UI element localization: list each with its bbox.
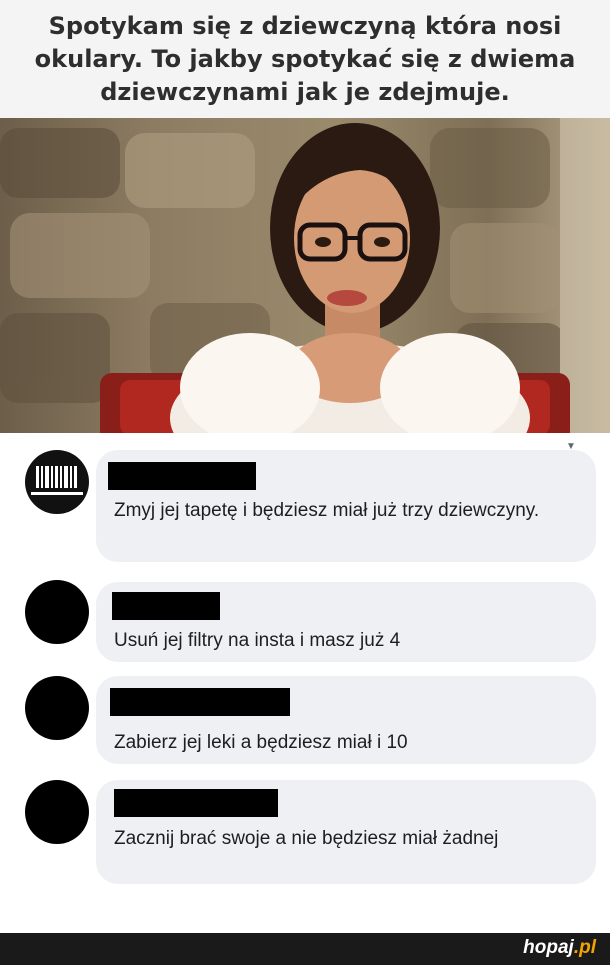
comment: Zmyj jej tapetę i będziesz miał już trzy… [0, 450, 610, 568]
brand-logo[interactable]: hopaj.pl [523, 937, 596, 959]
comment-text: Zacznij brać swoje a nie będziesz miał ż… [114, 828, 499, 849]
brand-name: hopaj [523, 937, 574, 958]
watermark-bar: hopaj.pl [0, 933, 610, 965]
meme-caption: Spotykam się z dziewczyną która nosi oku… [0, 0, 610, 118]
woman-with-glasses-photo [0, 118, 610, 433]
comment-text: Usuń jej filtry na insta i masz już 4 [114, 630, 401, 651]
barcode-icon [31, 466, 83, 495]
redacted-username [112, 592, 220, 620]
black-circle-avatar[interactable] [25, 676, 89, 740]
black-circle-avatar[interactable] [25, 580, 89, 644]
black-circle-avatar[interactable] [25, 780, 89, 844]
comment: Zabierz jej leki a będziesz miał i 10 [0, 676, 610, 766]
comment-text: Zmyj jej tapetę i będziesz miał już trzy… [114, 500, 540, 521]
redacted-username [108, 462, 256, 490]
caption-text: Spotykam się z dziewczyną która nosi oku… [34, 11, 576, 106]
redacted-username [114, 789, 278, 817]
meme-photo [0, 118, 610, 433]
redacted-username [110, 688, 290, 716]
barcode-logo-avatar[interactable] [25, 450, 89, 514]
brand-domain: .pl [573, 937, 596, 958]
comment: Zacznij brać swoje a nie będziesz miał ż… [0, 780, 610, 890]
comment: Usuń jej filtry na insta i masz już 4 [0, 580, 610, 662]
comment-text: Zabierz jej leki a będziesz miał i 10 [114, 732, 408, 753]
